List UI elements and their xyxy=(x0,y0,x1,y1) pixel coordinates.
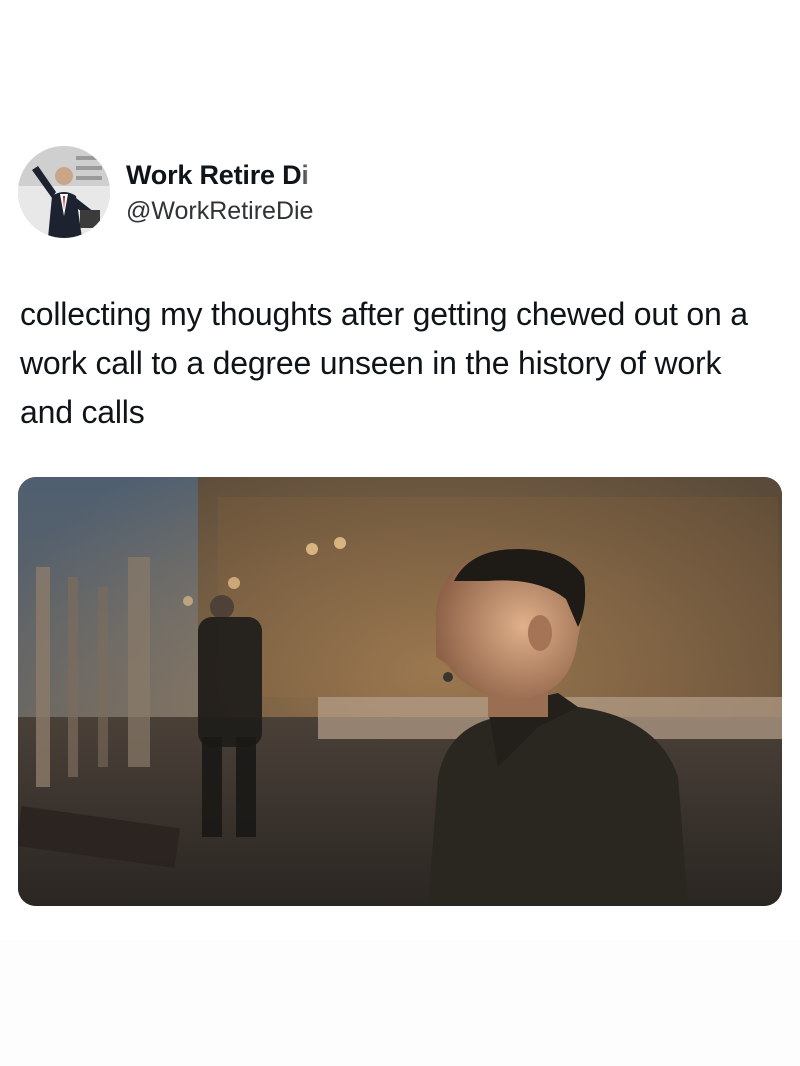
tweet-header: Work Retire Di @WorkRetireDie xyxy=(18,146,518,240)
tweet-text: collecting my thoughts after getting che… xyxy=(20,296,748,430)
photo-scene-icon xyxy=(18,477,782,906)
tweet-media-photo[interactable] xyxy=(18,477,782,906)
display-name[interactable]: Work Retire Di xyxy=(126,160,323,190)
author-handle[interactable]: @WorkRetireDie xyxy=(126,196,323,226)
author-names: Work Retire Di @WorkRetireDie xyxy=(126,160,323,226)
avatar[interactable] xyxy=(18,146,110,238)
profile-photo-icon xyxy=(18,146,110,238)
name-truncation-fade xyxy=(300,162,323,188)
tweet-card: Work Retire Di @WorkRetireDie collecting… xyxy=(0,0,800,1066)
footer-area xyxy=(0,940,800,1066)
display-name-text: Work Retire Di xyxy=(126,160,309,190)
